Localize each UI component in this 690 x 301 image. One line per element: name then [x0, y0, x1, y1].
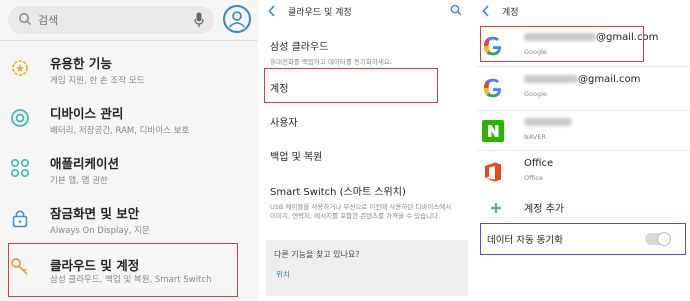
menu-item-subtitle: Always On Display, 지문 — [50, 226, 150, 236]
menu-item-subtitle: 기본 앱, 앱 권한 — [50, 176, 108, 186]
divider — [476, 66, 690, 67]
back-arrow-icon[interactable] — [482, 5, 490, 17]
app-bar: 계정 — [476, 0, 690, 24]
back-arrow-icon[interactable] — [268, 5, 276, 17]
divider — [476, 150, 690, 151]
menu-item-subtitle: 배터리, 저장공간, RAM, 디바이스 보호 — [50, 126, 190, 136]
highlight-box — [8, 243, 238, 297]
google-icon — [484, 78, 502, 98]
highlight-box — [480, 26, 644, 62]
account-type: Office — [524, 174, 543, 182]
account-item-naver[interactable]: NAVER — [476, 113, 690, 153]
search-icon[interactable] — [450, 4, 462, 16]
help-card: 다른 기능을 찾고 있나요? 위치 — [266, 240, 468, 296]
cloud-accounts-panel: 클라우드 및 계정 삼성 클라우드 휴대전화를 백업하고 데이터를 동기화하세요… — [262, 0, 472, 301]
lock-icon — [12, 210, 28, 228]
accounts-panel: 계정 @gmail.com Google @gmail.com Google N… — [476, 0, 690, 301]
menu-item-users[interactable]: 사용자 — [270, 114, 298, 129]
menu-item-advanced-features[interactable]: 유용한 기능 게임 지원, 한 손 조작 모드 — [0, 45, 258, 95]
menu-item-title: 사용자 — [270, 118, 298, 129]
add-account-label: 계정 추가 — [524, 204, 564, 215]
account-name — [524, 117, 572, 128]
menu-item-applications[interactable]: 애플리케이션 기본 앱, 앱 권한 — [0, 145, 258, 195]
search-icon — [19, 13, 32, 26]
divider — [0, 40, 258, 41]
menu-item-backup-restore[interactable]: 백업 및 복원 — [270, 148, 322, 163]
profile-avatar-button[interactable] — [223, 5, 251, 33]
account-item-google-2[interactable]: @gmail.com Google — [476, 70, 690, 110]
menu-item-title: 유용한 기능 — [50, 56, 112, 71]
redacted-username — [524, 75, 578, 83]
menu-item-title: 잠금화면 및 보안 — [50, 206, 140, 221]
divider — [476, 110, 690, 111]
menu-item-subtitle: USB 케이블을 사용하거나 무선으로 이전에 사용하던 디바이스에서 이미지,… — [270, 203, 452, 220]
search-input[interactable] — [38, 10, 178, 30]
account-email: @gmail.com — [524, 74, 640, 85]
location-link[interactable]: 위치 — [276, 269, 290, 280]
menu-item-subtitle: 휴대전화를 백업하고 데이터를 동기화하세요. — [270, 58, 392, 66]
toggle-knob — [657, 232, 671, 246]
microphone-icon[interactable] — [194, 12, 204, 28]
menu-item-device-care[interactable]: 디바이스 관리 배터리, 저장공간, RAM, 디바이스 보호 — [0, 95, 258, 145]
menu-item-lock-screen-security[interactable]: 잠금화면 및 보안 Always On Display, 지문 — [0, 195, 258, 245]
highlight-box — [264, 68, 438, 103]
office-icon — [485, 162, 501, 182]
account-item-office[interactable]: Office Office — [476, 154, 690, 194]
page-title: 클라우드 및 계정 — [288, 8, 352, 18]
menu-item-title: 백업 및 복원 — [270, 152, 323, 163]
menu-item-samsung-cloud[interactable]: 삼성 클라우드 휴대전화를 백업하고 데이터를 동기화하세요. — [270, 38, 440, 67]
menu-item-title: Smart Switch (스마트 스위치) — [270, 187, 406, 198]
person-icon — [228, 11, 246, 28]
page-title: 계정 — [502, 8, 519, 18]
menu-item-title: 삼성 클라우드 — [270, 42, 329, 53]
menu-item-subtitle: 게임 지원, 한 손 조작 모드 — [50, 76, 145, 86]
plus-icon — [491, 203, 501, 213]
search-bar[interactable] — [8, 6, 214, 34]
account-type: NAVER — [524, 133, 546, 141]
apps-grid-icon — [10, 158, 30, 178]
redacted-username — [524, 118, 572, 126]
star-gear-icon — [12, 60, 28, 76]
account-type: Google — [524, 90, 547, 98]
settings-main-panel: 유용한 기능 게임 지원, 한 손 조작 모드 디바이스 관리 배터리, 저장공… — [0, 0, 258, 301]
menu-item-title: 디바이스 관리 — [50, 106, 124, 121]
auto-sync-toggle[interactable] — [645, 232, 671, 246]
auto-sync-label: 데이터 자동 동기화 — [487, 235, 563, 246]
naver-icon — [482, 120, 504, 142]
auto-sync-row[interactable]: 데이터 자동 동기화 — [480, 223, 686, 255]
menu-item-smart-switch[interactable]: Smart Switch (스마트 스위치) USB 케이블을 사용하거나 무선… — [270, 183, 456, 221]
account-name: Office — [524, 158, 554, 169]
help-question: 다른 기능을 찾고 있나요? — [274, 250, 360, 259]
device-care-icon — [11, 109, 29, 127]
app-bar: 클라우드 및 계정 — [262, 0, 472, 24]
menu-item-title: 애플리케이션 — [50, 156, 120, 171]
